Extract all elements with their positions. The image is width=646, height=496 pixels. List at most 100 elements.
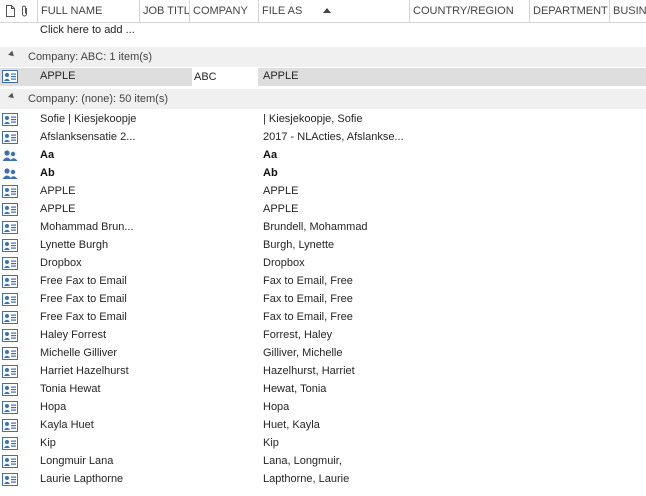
contact-card-icon bbox=[2, 131, 18, 144]
contact-row[interactable]: Laurie Lapthorne Lapthorne, Laurie bbox=[0, 471, 646, 489]
contact-row[interactable]: Michelle Gilliver Gilliver, Michelle bbox=[0, 345, 646, 363]
contact-card-icon bbox=[2, 365, 18, 378]
contact-row[interactable]: Dropbox Dropbox bbox=[0, 255, 646, 273]
contact-file-as: | Kiesjekoopje, Sofie bbox=[263, 113, 363, 125]
column-full-name[interactable]: FULL NAME bbox=[37, 0, 139, 22]
contact-row[interactable]: Lynette Burgh Burgh, Lynette bbox=[0, 237, 646, 255]
contact-file-as: 2017 - NLActies, Afslankse... bbox=[263, 131, 404, 143]
contact-file-as: Gilliver, Michelle bbox=[263, 347, 343, 359]
column-country-region[interactable]: COUNTRY/REGION bbox=[409, 0, 529, 22]
contact-file-as: Hopa bbox=[263, 401, 290, 413]
contact-full-name: Sofie | Kiesjekoopje bbox=[40, 113, 137, 125]
contact-full-name: Haley Forrest bbox=[40, 329, 107, 341]
contact-file-as: APPLE bbox=[263, 70, 299, 82]
group-header-company-none[interactable]: Company: (none): 50 item(s) bbox=[0, 89, 646, 109]
contact-company-field[interactable] bbox=[192, 381, 258, 399]
contact-row[interactable]: Longmuir Lana Lana, Longmuir, bbox=[0, 453, 646, 471]
contact-row[interactable]: Afslanksensatie 2... 2017 - NLActies, Afs… bbox=[0, 129, 646, 147]
contact-company-field[interactable] bbox=[192, 147, 258, 165]
contact-full-name: APPLE bbox=[40, 203, 76, 215]
contact-company-field[interactable] bbox=[192, 417, 258, 435]
sort-ascending-icon bbox=[323, 8, 331, 13]
contact-company-field[interactable] bbox=[192, 453, 258, 471]
contact-row[interactable]: Hopa Hopa bbox=[0, 399, 646, 417]
contact-row[interactable]: Mohammad Brun... Brundell, Mohammad bbox=[0, 219, 646, 237]
contact-row[interactable]: APPLE APPLE bbox=[0, 183, 646, 201]
contact-company-field[interactable] bbox=[192, 183, 258, 201]
contact-company-field[interactable]: ABC bbox=[192, 68, 258, 86]
contact-row[interactable]: Free Fax to Email Fax to Email, Free bbox=[0, 309, 646, 327]
contact-full-name: Dropbox bbox=[40, 257, 82, 269]
contact-card-icon bbox=[2, 473, 18, 486]
contact-company-field[interactable] bbox=[192, 435, 258, 453]
contact-row[interactable]: Free Fax to Email Fax to Email, Free bbox=[0, 291, 646, 309]
contact-row[interactable]: Haley Forrest Forrest, Haley bbox=[0, 327, 646, 345]
contact-card-icon bbox=[2, 329, 18, 342]
add-new-contact-row[interactable]: Click here to add ... bbox=[0, 22, 646, 40]
contact-file-as: Fax to Email, Free bbox=[263, 293, 353, 305]
group-header-label: Company: ABC: 1 item(s) bbox=[28, 51, 153, 63]
contact-company-field[interactable] bbox=[192, 327, 258, 345]
contact-row[interactable]: Harriet Hazelhurst Hazelhurst, Harriet bbox=[0, 363, 646, 381]
contact-file-as: Lana, Longmuir, bbox=[263, 455, 342, 467]
contact-company-field[interactable] bbox=[192, 165, 258, 183]
contact-file-as: Fax to Email, Free bbox=[263, 275, 353, 287]
contact-company-field[interactable] bbox=[192, 291, 258, 309]
contact-row[interactable]: Kayla Huet Huet, Kayla bbox=[0, 417, 646, 435]
contact-company-field[interactable] bbox=[192, 111, 258, 129]
column-job-title[interactable]: JOB TITLE bbox=[139, 0, 189, 22]
contact-row[interactable]: Kip Kip bbox=[0, 435, 646, 453]
contact-full-name: Aa bbox=[40, 149, 55, 161]
column-department[interactable]: DEPARTMENT bbox=[529, 0, 609, 22]
contact-company-field[interactable] bbox=[192, 471, 258, 489]
group-header-company-abc[interactable]: Company: ABC: 1 item(s) bbox=[0, 47, 646, 67]
contact-full-name: Michelle Gilliver bbox=[40, 347, 118, 359]
contact-company-field[interactable] bbox=[192, 399, 258, 417]
contact-row[interactable]: APPLE APPLE bbox=[0, 201, 646, 219]
contact-row[interactable]: Free Fax to Email Fax to Email, Free bbox=[0, 273, 646, 291]
contact-card-icon bbox=[2, 401, 18, 414]
column-file-as[interactable]: FILE AS bbox=[258, 0, 409, 22]
contact-company-field[interactable] bbox=[192, 363, 258, 381]
contact-card-icon bbox=[2, 347, 18, 360]
contact-card-icon bbox=[2, 275, 18, 288]
contact-file-as: Burgh, Lynette bbox=[263, 239, 335, 251]
collapse-group-icon[interactable] bbox=[8, 50, 16, 59]
contact-full-name: Longmuir Lana bbox=[40, 455, 114, 467]
contact-full-name: Kip bbox=[40, 437, 56, 449]
contact-file-as: Brundell, Mohammad bbox=[263, 221, 368, 233]
contact-row[interactable]: Aa Aa bbox=[0, 147, 646, 165]
contact-card-icon bbox=[2, 311, 18, 324]
contact-company-field[interactable] bbox=[192, 201, 258, 219]
contact-company-field[interactable] bbox=[192, 237, 258, 255]
group-header-label: Company: (none): 50 item(s) bbox=[28, 93, 168, 105]
contact-company-field[interactable] bbox=[192, 345, 258, 363]
add-new-contact-label[interactable]: Click here to add ... bbox=[40, 24, 135, 36]
column-business[interactable]: BUSINE bbox=[609, 0, 646, 22]
contact-file-as: Forrest, Haley bbox=[263, 329, 333, 341]
contact-company-field[interactable] bbox=[192, 255, 258, 273]
item-icon-column-icon[interactable] bbox=[6, 5, 15, 17]
contact-row[interactable]: APPLE ABC APPLE bbox=[0, 68, 646, 86]
contact-row[interactable]: Tonia Hewat Hewat, Tonia bbox=[0, 381, 646, 399]
contact-full-name: Free Fax to Email bbox=[40, 293, 127, 305]
contact-file-as: Fax to Email, Free bbox=[263, 311, 353, 323]
contact-company-field[interactable] bbox=[192, 219, 258, 237]
contact-company-field[interactable] bbox=[192, 309, 258, 327]
column-company[interactable]: COMPANY bbox=[189, 0, 258, 22]
contact-full-name: APPLE bbox=[40, 70, 76, 82]
contact-row[interactable]: Sofie | Kiesjekoopje | Kiesjekoopje, Sofi… bbox=[0, 111, 646, 129]
contact-file-as: Hewat, Tonia bbox=[263, 383, 327, 395]
contact-file-as: Aa bbox=[263, 149, 278, 161]
contact-company-field[interactable] bbox=[192, 273, 258, 291]
column-header-bar: FULL NAME JOB TITLE COMPANY FILE AS COUN… bbox=[0, 0, 646, 23]
attachment-column-icon[interactable] bbox=[21, 5, 29, 17]
contact-card-icon bbox=[2, 70, 18, 83]
contact-company-field[interactable] bbox=[192, 129, 258, 147]
contact-full-name: Laurie Lapthorne bbox=[40, 473, 124, 485]
contact-card-icon bbox=[2, 455, 18, 468]
contact-full-name: Tonia Hewat bbox=[40, 383, 101, 395]
collapse-group-icon[interactable] bbox=[8, 92, 16, 101]
contact-row[interactable]: Ab Ab bbox=[0, 165, 646, 183]
contact-card-icon bbox=[2, 203, 18, 216]
